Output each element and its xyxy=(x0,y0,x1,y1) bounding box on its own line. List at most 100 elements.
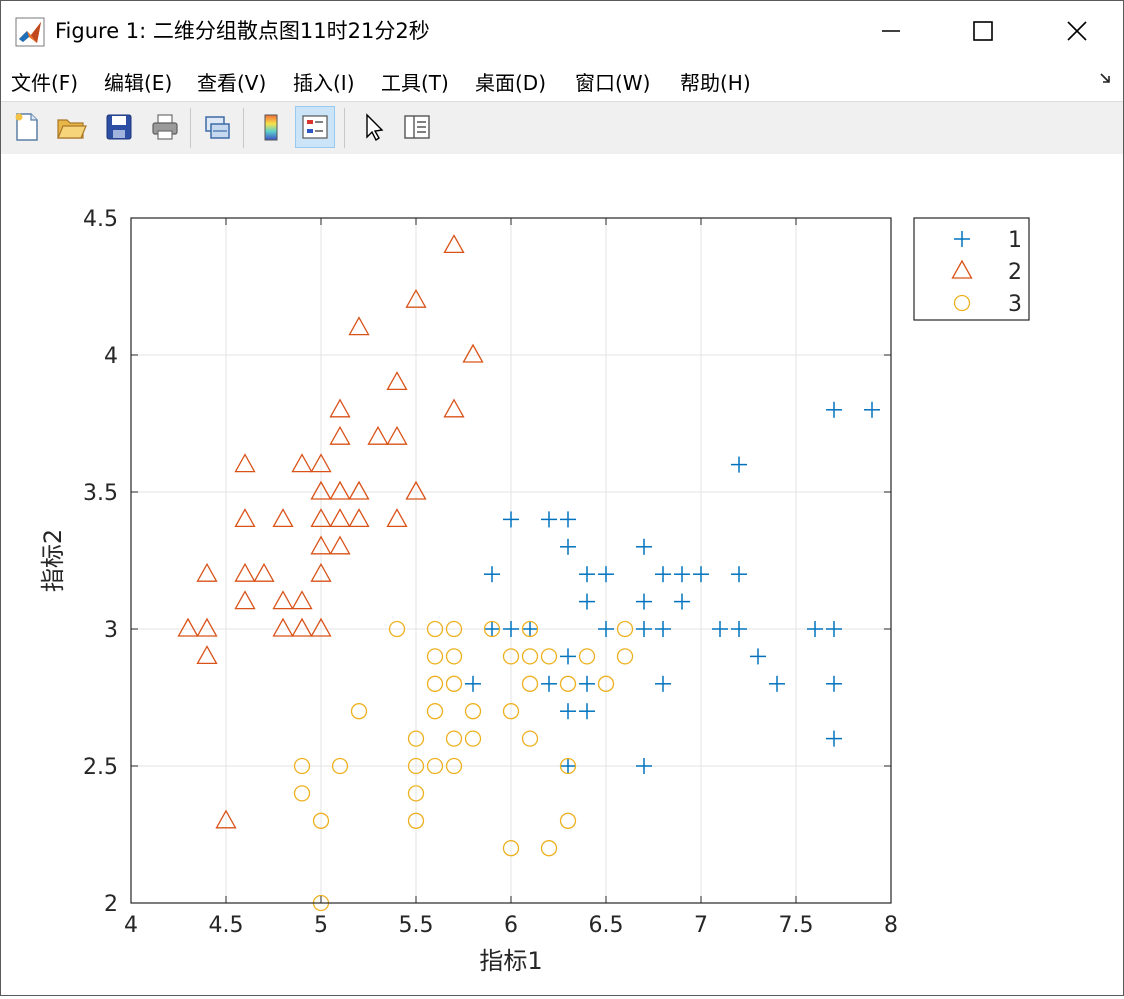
menu-window[interactable]: 窗口(W) xyxy=(575,67,650,96)
open-file-button[interactable] xyxy=(51,106,91,148)
menu-tools[interactable]: 工具(T) xyxy=(381,67,449,96)
point-plus xyxy=(807,621,823,637)
menu-file[interactable]: 文件(F) xyxy=(11,67,78,96)
point-circle xyxy=(445,675,463,692)
point-triangle xyxy=(443,398,465,418)
close-button[interactable] xyxy=(1031,1,1123,61)
point-plus xyxy=(750,648,766,665)
menu-edit[interactable]: 编辑(E) xyxy=(104,67,172,96)
point-triangle xyxy=(234,508,256,528)
toolbar-separator xyxy=(344,108,345,148)
point-plus xyxy=(465,675,481,692)
point-plus xyxy=(598,621,614,637)
point-plus xyxy=(636,758,652,774)
point-circle xyxy=(350,703,368,720)
point-plus xyxy=(560,703,576,720)
matlab-logo-icon xyxy=(15,17,45,47)
point-plus xyxy=(636,538,652,555)
point-triangle xyxy=(329,425,351,445)
maximize-button[interactable] xyxy=(937,1,1029,61)
point-plus xyxy=(693,566,709,583)
property-inspector-icon xyxy=(404,115,430,139)
colorbar-button[interactable] xyxy=(251,106,291,148)
point-triangle xyxy=(234,562,256,582)
property-inspector-button[interactable] xyxy=(397,106,437,148)
point-triangle xyxy=(462,343,484,363)
point-circle xyxy=(464,730,482,747)
point-circle xyxy=(540,840,558,857)
point-plus xyxy=(579,566,595,583)
menu-help[interactable]: 帮助(H) xyxy=(680,67,751,96)
x-tick-label: 4 xyxy=(124,913,138,938)
data-marks xyxy=(177,234,880,912)
save-button[interactable] xyxy=(99,106,139,148)
new-figure-button[interactable] xyxy=(7,106,47,148)
point-plus xyxy=(769,675,785,692)
edit-plot-button[interactable] xyxy=(353,106,393,148)
y-tick-label: 2.5 xyxy=(83,755,118,780)
x-tick-label: 8 xyxy=(884,913,898,938)
point-triangle xyxy=(272,590,294,610)
point-circle xyxy=(559,812,577,829)
point-triangle xyxy=(348,316,370,336)
point-plus xyxy=(541,675,557,692)
y-tick-label: 3 xyxy=(104,618,118,643)
minimize-icon xyxy=(882,30,900,32)
point-plus xyxy=(731,456,747,473)
scatter-chart: 4 4.5 5 5.5 6 6.5 7 7.5 8 2 2.5 3 3.5 4 4.5 指标1 指标2 1 2… xyxy=(39,207,1030,975)
print-button[interactable] xyxy=(145,106,185,148)
point-triangle xyxy=(253,562,275,582)
close-icon xyxy=(1067,21,1087,41)
point-triangle xyxy=(196,562,218,582)
point-plus xyxy=(503,621,519,637)
menu-insert[interactable]: 插入(I) xyxy=(293,67,355,96)
point-circle xyxy=(293,785,311,802)
point-plus xyxy=(560,511,576,528)
link-plot-button[interactable] xyxy=(197,106,237,148)
edit-plot-pointer-icon xyxy=(366,113,384,142)
print-icon xyxy=(152,114,178,140)
point-circle xyxy=(521,675,539,692)
point-plus xyxy=(503,511,519,528)
point-plus xyxy=(655,621,671,637)
tick-labels: 4 4.5 5 5.5 6 6.5 7 7.5 8 2 2.5 3 3.5 4 4.5 xyxy=(83,207,898,938)
dock-arrow-icon[interactable] xyxy=(1099,71,1113,85)
x-tick-label: 6.5 xyxy=(589,913,624,938)
open-file-icon xyxy=(57,119,87,139)
menu-bar: 文件(F) 编辑(E) 查看(V) 插入(I) 工具(T) 桌面(D) 窗口(W… xyxy=(1,61,1123,101)
point-circle xyxy=(559,675,577,692)
point-triangle xyxy=(329,398,351,418)
legend[interactable]: 1 2 3 xyxy=(913,217,1030,321)
toolbar xyxy=(1,101,1123,155)
figure-canvas: 4 4.5 5 5.5 6 6.5 7 7.5 8 2 2.5 3 3.5 4 4.5 指标1 指标2 1 2… xyxy=(1,154,1123,995)
point-triangle xyxy=(291,617,313,637)
point-plus xyxy=(731,566,747,583)
menu-desktop[interactable]: 桌面(D) xyxy=(475,67,546,96)
save-icon xyxy=(106,114,132,140)
point-circle xyxy=(464,703,482,720)
point-triangle xyxy=(386,508,408,528)
point-plus xyxy=(560,538,576,555)
legend-entry-label: 1 xyxy=(1008,228,1022,253)
minimize-button[interactable] xyxy=(845,1,937,61)
colorbar-icon xyxy=(264,114,278,141)
toolbar-separator xyxy=(190,108,191,148)
point-circle xyxy=(426,675,444,692)
point-plus xyxy=(541,511,557,528)
point-plus xyxy=(579,703,595,720)
point-triangle xyxy=(329,508,351,528)
menu-view[interactable]: 查看(V) xyxy=(197,67,266,96)
x-tick-label: 5 xyxy=(314,913,328,938)
point-plus xyxy=(826,621,842,637)
point-plus xyxy=(579,675,595,692)
point-triangle xyxy=(177,617,199,637)
x-tick-label: 7.5 xyxy=(779,913,814,938)
legend-entry-label: 3 xyxy=(1008,292,1022,317)
maximize-icon xyxy=(973,21,993,41)
legend-button[interactable] xyxy=(295,106,335,148)
y-axis-label: 指标2 xyxy=(39,529,67,592)
point-triangle xyxy=(196,645,218,665)
point-plus xyxy=(560,648,576,665)
point-plus xyxy=(731,621,747,637)
point-circle xyxy=(445,648,463,665)
